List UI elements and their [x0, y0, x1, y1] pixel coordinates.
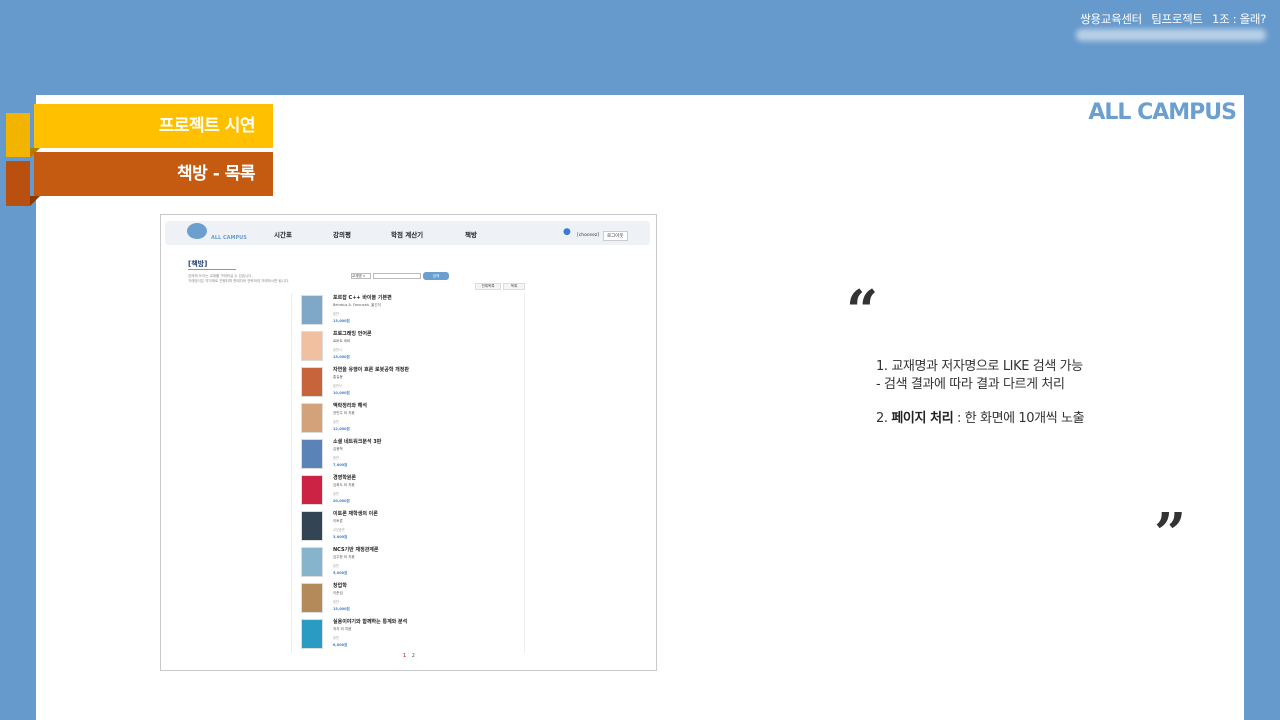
book-price: 20,000원 — [333, 499, 350, 503]
book-publisher: 출판 — [333, 420, 339, 424]
book-author: 로버트 세바 — [333, 339, 351, 343]
book-cover — [301, 511, 323, 541]
book-item: 창업학이준섭출판 15,000원 — [301, 581, 521, 617]
book-cover — [301, 295, 323, 325]
book-price: 7,000원 — [333, 463, 348, 467]
desc-line-1: 1. 교재명과 저자명으로 LIKE 검색 가능 — [876, 359, 1083, 374]
book-author: 저자 외 지음 — [333, 627, 352, 631]
book-title: 프로그래밍 언어론 — [333, 331, 372, 337]
bookstore-title: [책방] — [188, 260, 208, 268]
book-list: 포르잡 C++ 바이블 기본편 Behrouz A. Forouzan, 옮긴이출… — [291, 293, 525, 653]
book-title: 자연을 유행이 흐른 로봇공학 개정판 — [333, 367, 409, 373]
book-cover — [301, 331, 323, 361]
bookstore-notes: 강의에 쓰이는 교재를 구매하실 수 있습니다. 거래방식은 직거래로 진행되며… — [188, 274, 290, 283]
view-list-button: 목록 — [503, 283, 525, 290]
book-title: 포르잡 C++ 바이블 기본편 — [333, 295, 392, 301]
book-title: 맥락정리와 해석 — [333, 403, 367, 409]
book-title: 경영학원론 — [333, 475, 357, 481]
book-author: 김주한 외 지음 — [333, 555, 355, 559]
book-cover — [301, 583, 323, 613]
blurred-names — [1076, 29, 1266, 41]
book-price: 8,000원 — [333, 643, 348, 647]
book-publisher: 출판 — [333, 312, 339, 316]
ribbon-subtitle: 책방 - 목록 — [34, 152, 273, 196]
book-cover — [301, 439, 323, 469]
header-meta: 쌍용교육센터 팀프로젝트 1조 : 올래? — [1074, 11, 1266, 27]
project-name: 팀프로젝트 — [1151, 12, 1203, 26]
book-item: 경영학원론김희도 외 지음출판 20,000원 — [301, 473, 521, 509]
search-button: 검색 — [423, 272, 449, 280]
page-2-link: 2 — [411, 653, 415, 659]
book-item: 실용이야기와 함께하는 통계와 분석저자 외 지음출판 8,000원 — [301, 617, 521, 653]
book-publisher: 출판사 — [333, 384, 342, 388]
book-price: 3,000원 — [333, 535, 348, 539]
user-icon: ● — [563, 227, 571, 237]
nav-item-reviews: 강의평 — [333, 231, 351, 239]
book-cover — [301, 619, 323, 649]
book-cover — [301, 547, 323, 577]
book-publisher: 출판 — [333, 564, 339, 568]
app-screenshot: ALL CAMPUS 시간표 강의평 학점 계산기 책방 ● [choceez]… — [160, 214, 657, 671]
pagination: 1 2 — [403, 653, 415, 659]
book-cover — [301, 475, 323, 505]
book-author: 김용학 — [333, 447, 343, 451]
user-id: [choceez] — [577, 233, 599, 238]
book-item: 소셜 네트워크분석 3판김용학출판 7,000원 — [301, 437, 521, 473]
book-price: 13,000원 — [333, 319, 350, 323]
book-price: 15,000원 — [333, 607, 350, 611]
desc-line-3: 2. 페이지 처리 : 한 화면에 10개씩 노출 — [876, 411, 1085, 426]
book-author: 권민주 외 지음 — [333, 411, 355, 415]
close-quote-icon: ” — [1154, 501, 1187, 567]
app-navbar: ALL CAMPUS 시간표 강의평 학점 계산기 책방 ● [choceez]… — [165, 221, 650, 245]
search-input — [373, 273, 421, 279]
app-logo-text: ALL CAMPUS — [211, 235, 247, 241]
description: 1. 교재명과 저자명으로 LIKE 검색 가능 - 검색 결과에 따라 결과 … — [876, 358, 1085, 428]
book-item: 포르잡 C++ 바이블 기본편 Behrouz A. Forouzan, 옮긴이출… — [301, 293, 521, 329]
app-logo-icon — [187, 223, 207, 239]
page-1-link: 1 — [403, 653, 407, 659]
book-price: 10,000원 — [333, 391, 350, 395]
org-name: 쌍용교육센터 — [1080, 12, 1142, 26]
book-price: 5,000원 — [333, 571, 348, 575]
team-name: 1조 : 올래? — [1212, 12, 1266, 26]
book-item: 자연을 유행이 흐른 로봇공학 개정판홍길동출판사 10,000원 — [301, 365, 521, 401]
book-publisher: 출판 — [333, 456, 339, 460]
nav-item-timetable: 시간표 — [274, 231, 292, 239]
book-item: 프로그래밍 언어론로버트 세바출판사 15,000원 — [301, 329, 521, 365]
book-item: NCS기반 재정관계론김주한 외 지음출판 5,000원 — [301, 545, 521, 581]
book-title: 이토론 재학생의 이론 — [333, 511, 378, 517]
book-author: 이준섭 — [333, 591, 343, 595]
book-price: 12,000원 — [333, 427, 350, 431]
book-author: Behrouz A. Forouzan, 옮긴이 — [333, 303, 381, 307]
book-title: 실용이야기와 함께하는 통계와 분석 — [333, 619, 408, 625]
book-title: 소셜 네트워크분석 3판 — [333, 439, 382, 445]
book-cover — [301, 367, 323, 397]
book-title: NCS기반 재정관계론 — [333, 547, 379, 553]
book-author: 김희도 외 지음 — [333, 483, 355, 487]
book-publisher: 출판 — [333, 600, 339, 604]
desc-line-2: - 검색 결과에 따라 결과 다르게 처리 — [876, 377, 1065, 392]
book-cover — [301, 403, 323, 433]
book-item: 맥락정리와 해석권민주 외 지음출판 12,000원 — [301, 401, 521, 437]
brand-logo: ALL CAMPUS — [1088, 100, 1237, 125]
open-quote-icon: “ — [846, 278, 879, 344]
view-all-button: 전체목록 — [475, 283, 501, 290]
nav-item-bookstore: 책방 — [465, 231, 477, 239]
book-price: 15,000원 — [333, 355, 350, 359]
logout-button: 로그아웃 — [603, 231, 628, 241]
book-publisher: 출판 — [333, 492, 339, 496]
book-title: 창업학 — [333, 583, 347, 589]
book-item: 이토론 재학생의 이론이토론교양출판 3,000원 — [301, 509, 521, 545]
book-publisher: 출판사 — [333, 348, 342, 352]
book-publisher: 교양출판 — [333, 528, 345, 532]
ribbon-title: 프로젝트 시연 — [34, 104, 273, 148]
book-author: 이토론 — [333, 519, 343, 523]
book-author: 홍길동 — [333, 375, 343, 379]
nav-item-gpa: 학점 계산기 — [391, 231, 424, 239]
search-select: 교재명 ∨ — [351, 273, 371, 279]
book-publisher: 출판 — [333, 636, 339, 640]
